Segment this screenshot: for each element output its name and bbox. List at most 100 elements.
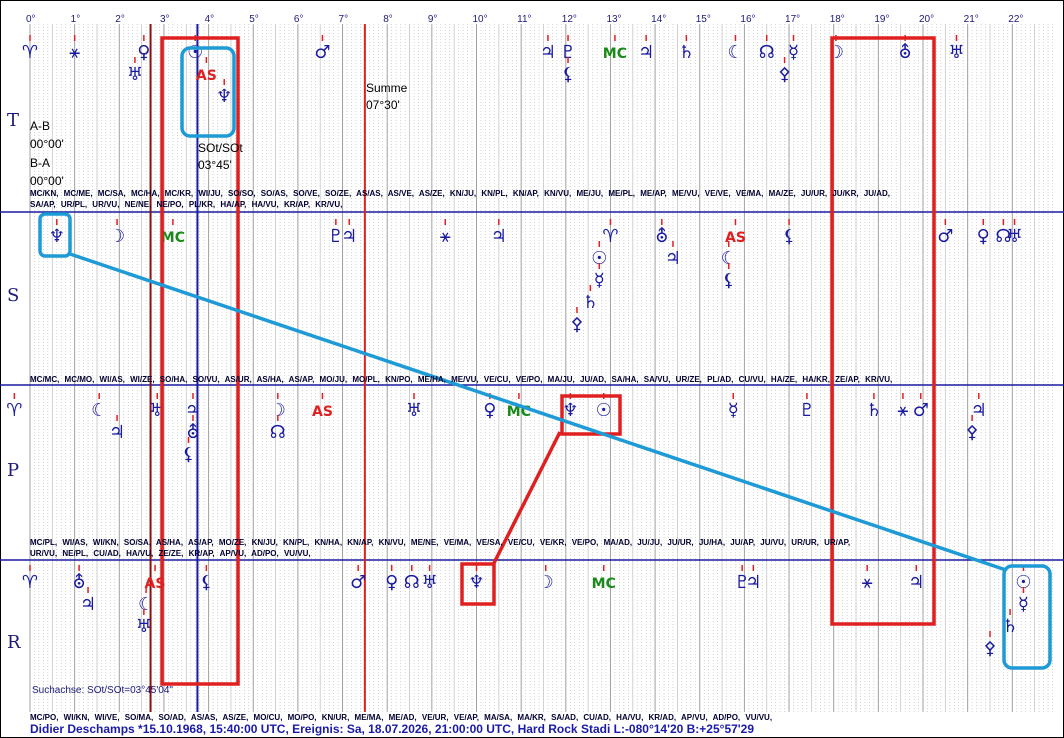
astro-symbol: ♄ [866,400,882,421]
degree-label: 18° [830,14,845,25]
astro-symbol: ♈ [22,572,38,593]
astro-symbol: ♃ [971,400,987,421]
astro-symbol: AS [312,404,333,420]
astro-symbol: ♆ [49,226,65,247]
footer-info: Didier Deschamps *15.10.1968, 15:40:00 U… [30,722,755,736]
astro-symbol: ♃ [665,248,681,269]
summe-label: Summe [366,81,408,95]
row-label-p: P [7,460,20,481]
astro-symbol: ⛢ [655,226,668,247]
astro-symbol: ♈ [602,226,618,247]
astro-symbol: ♃ [341,226,357,247]
degree-label: 10° [473,14,488,25]
degree-label: 21° [964,14,979,25]
degree-label: 9° [428,14,438,25]
degree-label: 20° [919,14,934,25]
degree-label: 2° [115,14,125,25]
strip-3-line-2: UR/VU, NE/PL, CU/AD, HA/VU, ZE/ZE, KR/AP… [30,549,311,558]
row-label-r: R [7,632,21,653]
astro-symbol: ♅ [127,64,143,85]
astro-symbol: ⚴ [570,314,583,335]
degree-label: 4° [205,14,215,25]
summe-value: 07°30' [366,98,400,112]
astro-symbol: ☿ [728,400,739,421]
astro-symbol: ♃ [80,594,96,615]
astro-symbol: ♅ [422,572,438,593]
astro-symbol: ☿ [1018,594,1029,615]
strip-3-line-1: MC/PL, WI/AS, WI/KN, SO/SA, AS/HA, AS/AP… [30,538,851,547]
astro-symbol: ⚹ [69,42,80,63]
astro-symbol: ⚸ [722,270,735,291]
row-label-t: T [7,110,20,131]
sot-value: 03°45' [198,158,232,172]
astro-symbol: ♅ [406,400,422,421]
degree-label: 15° [696,14,711,25]
astro-symbol: ⚸ [200,572,213,593]
astro-symbol: ⛢ [73,572,86,593]
strip-1-line-1: MC/KN, MC/ME, MC/SA, MC/HA, MC/KR, WI/JU… [30,189,891,198]
astro-symbol: ☿ [788,42,799,63]
astro-symbol: ♃ [745,572,761,593]
degree-label: 16° [740,14,755,25]
astro-symbol: ⚴ [778,64,791,85]
astro-symbol: ☾ [138,594,154,615]
astro-symbol: ♀ [385,572,398,593]
degree-label: 17° [785,14,800,25]
strip-4-line-1: MC/PO, WI/KN, WI/VE, SO/MA, SO/AD, AS/AS… [30,713,773,722]
astro-symbol: ☊ [270,422,286,443]
degree-label: 6° [294,14,304,25]
astro-symbol: ☾ [727,42,743,63]
degree-label: 1° [71,14,81,25]
astro-symbol: ⚸ [182,444,195,465]
astro-symbol: MC [603,46,627,62]
astro-symbol: ♃ [540,42,556,63]
astro-symbol: ⚹ [862,572,873,593]
degree-label: 0° [26,14,36,25]
astro-symbol: ♂ [350,572,366,593]
astro-symbol: ♃ [109,422,125,443]
degree-label: 12° [562,14,577,25]
chart-canvas: 0° 1° 2° 3° 4° 5° 6° 7° 8° 9° 10° 11° 12° 13° 14° 15° 16… [0,14,1064,712]
astro-symbol: ☽ [538,572,554,593]
row-label-s: S [7,285,20,306]
degree-label: 14° [651,14,666,25]
degree-label: 11° [517,14,531,25]
astro-symbol: AS [196,68,217,84]
astro-symbol: ⚹ [898,400,909,421]
astro-symbol: ☽ [109,226,125,247]
astro-symbol: MC [592,576,616,592]
astro-symbol: ♂ [913,400,929,421]
astro-symbol: ⚸ [782,226,795,247]
strip-2-line-1: MC/MC, MC/MO, WI/AS, WI/ZE, SO/HA, SO/VU… [30,375,893,384]
astro-symbol: ⚴ [966,422,979,443]
degree-label: 5° [249,14,259,25]
astro-symbol: ⚸ [561,64,574,85]
astro-symbol: ♆ [562,400,578,421]
degree-label: 19° [874,14,889,25]
degree-label: 3° [160,14,170,25]
astro-symbol: ♂ [937,226,953,247]
astro-symbol: ⛢ [899,42,912,63]
astro-symbol: ♇ [799,400,815,421]
astro-symbol: ♃ [638,42,654,63]
degree-label: 8° [383,14,393,25]
astro-symbol: ♀ [977,226,990,247]
strip-1-line-2: SA/AP, UR/PL, UR/VU, NE/NE, NE/PO, PL/KR… [30,200,343,209]
astro-symbol: ♃ [491,226,507,247]
astro-symbol: ♆ [468,572,484,593]
astro-symbol: ☊ [404,572,420,593]
astro-symbol: ☉ [187,42,203,63]
astro-symbol: ♃ [908,572,924,593]
astro-symbol: ⚴ [983,638,996,659]
astro-symbol: MC [161,230,185,246]
astro-symbol: ♀ [483,400,496,421]
ba-label: B-A [30,156,51,170]
ba-value: 00°00' [30,174,64,188]
astro-symbol: ♈ [22,42,38,63]
astro-symbol: ☊ [759,42,775,63]
sot-label: SOt/SOt [198,141,243,155]
astro-symbol: ♄ [582,292,598,313]
astro-symbol: ☉ [596,400,612,421]
ab-label: A-B [30,119,51,133]
astro-symbol: ☾ [91,400,107,421]
